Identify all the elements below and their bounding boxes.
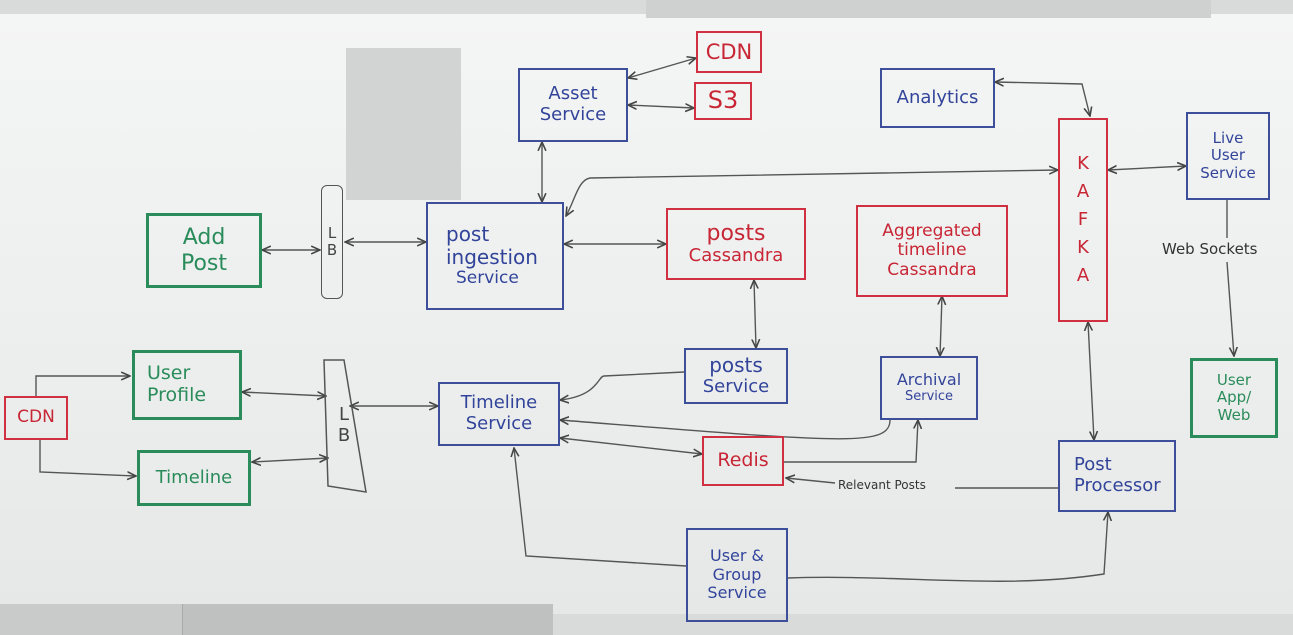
post-ingestion-label-2: ingestion (446, 245, 538, 270)
posts-cassandra-store: posts Cassandra (666, 208, 806, 280)
edge-cdn-timeline (39, 440, 136, 476)
websockets-label: Web Sockets (1162, 240, 1258, 258)
cdn-left-store: CDN (4, 396, 68, 440)
edge-cdn-profile (35, 376, 130, 396)
aggregated-timeline-store: Aggregated timeline Cassandra (856, 205, 1008, 297)
kafka-queue: K A F K A (1058, 118, 1108, 322)
lb-top-label-2: B (326, 241, 338, 259)
edge-timeline-redis (560, 438, 702, 454)
kafka-letter-5: A (1076, 264, 1090, 286)
kafka-letter-2: A (1076, 181, 1090, 203)
cdn-top-label: CDN (705, 39, 753, 64)
relevant-posts-label: Relevant Posts (838, 478, 926, 492)
user-profile-label-2: Profile (147, 384, 207, 406)
asset-service: Asset Service (518, 68, 628, 142)
post-ingestion-label-3: Service (456, 268, 519, 289)
redis-label: Redis (717, 449, 769, 472)
edge-live-app-2 (1226, 261, 1234, 356)
user-profile-label-1: User (147, 362, 191, 385)
add-post-client: Add Post (146, 213, 262, 288)
edge-redis-archival (784, 420, 918, 463)
edge-kafka-processor (1088, 322, 1094, 440)
analytics-label: Analytics (896, 86, 979, 108)
timeline-client: Timeline (137, 450, 251, 506)
edge-processor-redis-2 (786, 478, 836, 484)
user-app-label-1: User (1216, 371, 1252, 390)
timeline-service-label-1: Timeline (460, 392, 538, 414)
user-profile-client: User Profile (132, 350, 242, 420)
user-app-label-3: Web (1217, 405, 1251, 424)
post-processor: Post Processor (1058, 440, 1176, 512)
live-user-label-3: Service (1200, 163, 1256, 182)
post-ingestion-label-1: post (446, 222, 490, 247)
add-post-label-2: Post (180, 250, 228, 276)
kafka-letter-3: F (1077, 209, 1089, 231)
post-ingestion-service: post ingestion Service (426, 202, 564, 310)
user-group-service: User & Group Service (686, 528, 788, 622)
aggregated-label-1: Aggregated (882, 220, 982, 241)
posts-cassandra-label-2: Cassandra (688, 245, 784, 267)
post-processor-label-2: Processor (1074, 475, 1161, 496)
user-group-label-3: Service (707, 583, 767, 603)
posts-service: posts Service (684, 348, 788, 404)
posts-cassandra-label-1: posts (706, 221, 766, 246)
timeline-service: Timeline Service (438, 382, 560, 446)
aggregated-label-3: Cassandra (887, 259, 977, 280)
load-balancer-top: L B (321, 185, 343, 299)
user-app-label-2: App/ (1216, 388, 1252, 407)
s3-store: S3 (694, 82, 752, 120)
edge-profile-lb (242, 392, 326, 396)
s3-label: S3 (707, 86, 739, 115)
live-user-label-1: Live (1212, 129, 1244, 148)
kafka-letter-1: K (1077, 153, 1089, 175)
archival-label-1: Archival (896, 370, 962, 390)
aggregated-label-2: timeline (897, 240, 967, 261)
user-group-label-2: Group (712, 564, 762, 584)
asset-service-label-1: Asset (548, 83, 598, 105)
edge-asset-s3 (628, 105, 694, 108)
user-group-label-1: User & (709, 546, 765, 566)
posts-service-label-1: posts (709, 353, 763, 378)
edge-postsservice-timeline (560, 371, 685, 400)
kafka-letter-4: K (1077, 236, 1089, 258)
edge-agg-archival (940, 296, 942, 356)
live-user-service: Live User Service (1186, 112, 1270, 200)
cdn-left-label: CDN (17, 407, 55, 428)
edge-timeline-lb (252, 458, 328, 462)
timeline-client-label: Timeline (155, 466, 233, 488)
edge-analytics-kafka (995, 82, 1090, 116)
archival-label-2: Service (904, 388, 954, 404)
edge-asset-cdn (628, 58, 696, 78)
timeline-service-label-2: Service (465, 413, 533, 434)
user-app-web-client: User App/ Web (1190, 358, 1278, 438)
archival-service: Archival Service (880, 356, 978, 420)
edge-usergroup-processor (787, 512, 1108, 582)
posts-service-label-2: Service (702, 376, 770, 398)
lb-top-label-1: L (327, 223, 337, 242)
post-processor-label-1: Post (1074, 454, 1112, 476)
cdn-top-store: CDN (696, 31, 762, 73)
lb-bottom-outline (323, 359, 367, 493)
redis-cache: Redis (702, 436, 784, 486)
analytics-service: Analytics (880, 68, 995, 128)
edge-posts-postsservice (754, 280, 756, 348)
edge-kafka-live (1108, 166, 1186, 170)
asset-service-label-2: Service (539, 104, 607, 125)
live-user-label-2: User (1210, 146, 1246, 165)
edge-usergroup-timeline (514, 448, 687, 567)
add-post-label-1: Add (182, 225, 226, 251)
